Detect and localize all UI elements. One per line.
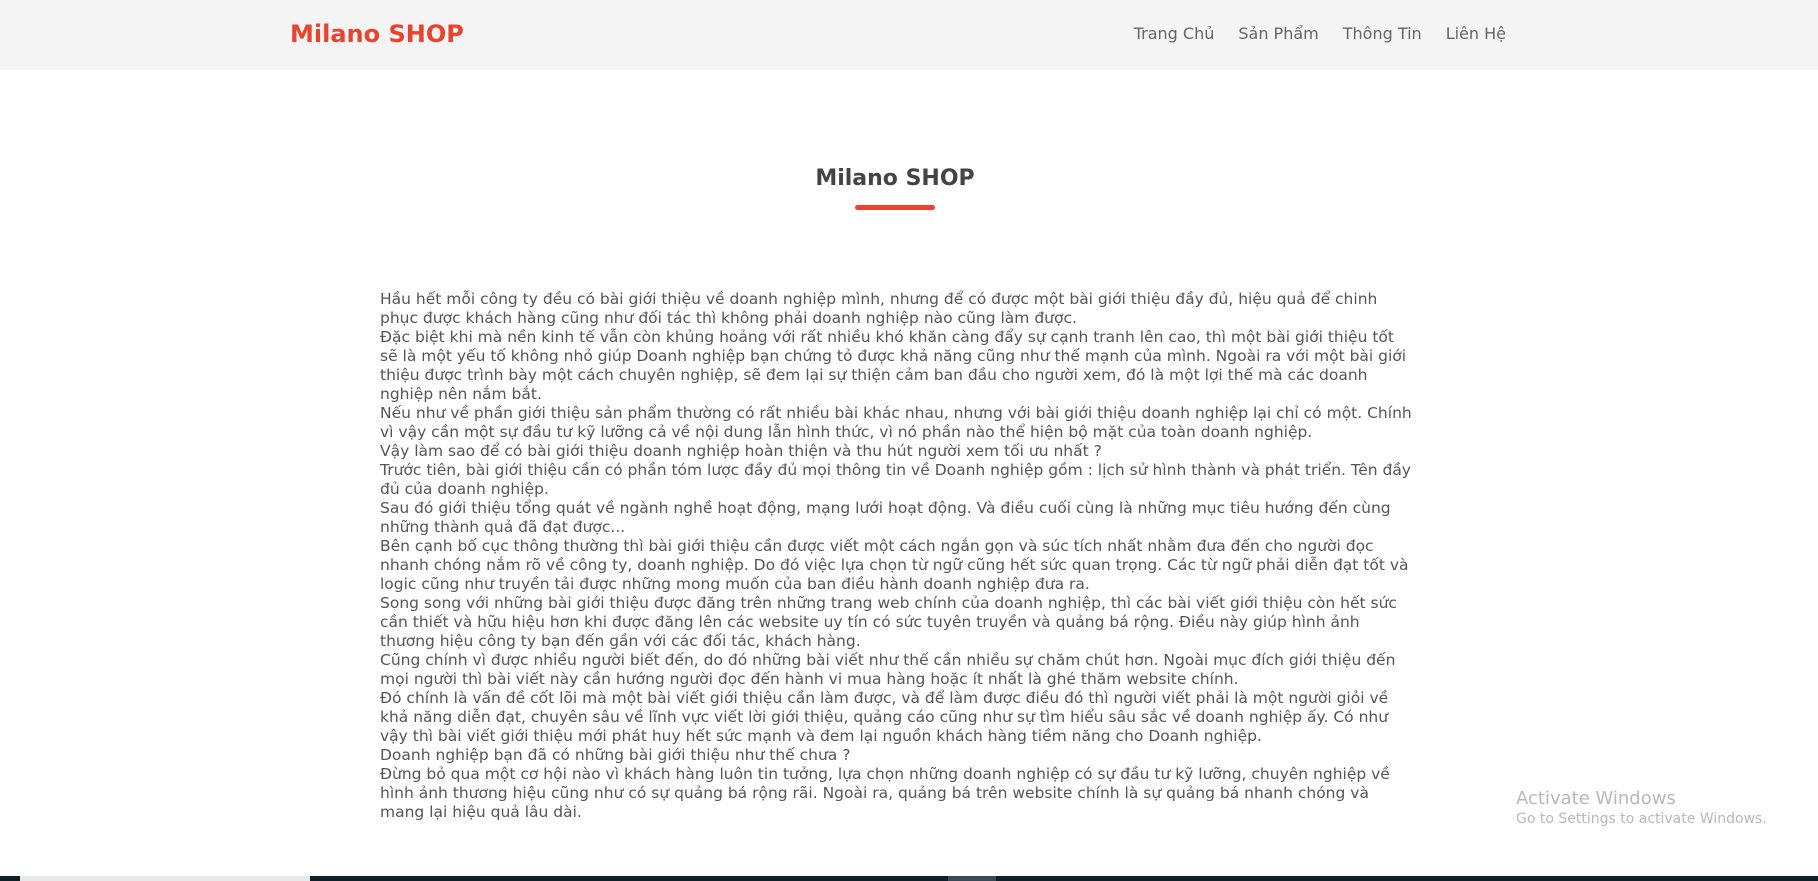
content-paragraph: Vậy làm sao để có bài giới thiệu doanh n… — [380, 442, 1102, 460]
content-paragraph: Đặc biệt khi mà nền kinh tế vẫn còn khủn… — [380, 328, 1407, 403]
taskbar-search-box[interactable] — [20, 876, 310, 881]
content-paragraph: Sau đó giới thiệu tổng quát về ngành ngh… — [380, 499, 1391, 536]
nav-link-thong-tin[interactable]: Thông Tin — [1343, 24, 1422, 43]
content-paragraph: Doanh nghiệp bạn đã có những bài giới th… — [380, 746, 851, 764]
brand-logo-link[interactable]: Milano SHOP — [290, 20, 464, 48]
main-nav: Trang Chủ Sản Phẩm Thông Tin Liên Hệ — [1110, 24, 1506, 43]
content-paragraph: Bên cạnh bố cục thông thường thì bài giớ… — [380, 537, 1409, 593]
content-paragraph: Trước tiên, bài giới thiệu cần có phần t… — [380, 461, 1411, 498]
watermark-title: Activate Windows — [1516, 788, 1676, 809]
about-content: Hầu hết mỗi công ty đều có bài giới thiệ… — [380, 290, 1412, 822]
content-paragraph: Hầu hết mỗi công ty đều có bài giới thiệ… — [380, 290, 1378, 327]
title-underline-divider — [855, 205, 935, 210]
content-paragraph: Nếu như về phần giới thiệu sản phẩm thườ… — [380, 404, 1412, 441]
nav-link-lien-he[interactable]: Liên Hệ — [1446, 24, 1506, 43]
taskbar-active-app-indicator[interactable] — [948, 876, 996, 881]
watermark-subtitle: Go to Settings to activate Windows. — [1516, 811, 1767, 827]
content-paragraph: Đừng bỏ qua một cơ hội nào vì khách hàng… — [380, 765, 1390, 821]
nav-link-san-pham[interactable]: Sản Phẩm — [1238, 24, 1318, 43]
page-title: Milano SHOP — [815, 166, 975, 191]
content-paragraph: Cũng chính vì được nhiều người biết đến,… — [380, 651, 1396, 688]
top-navbar: Milano SHOP Trang Chủ Sản Phẩm Thông Tin… — [0, 0, 1818, 70]
content-paragraph: Song song với những bài giới thiệu được … — [380, 594, 1397, 650]
nav-link-trang-chu[interactable]: Trang Chủ — [1134, 24, 1215, 43]
content-paragraph: Đó chính là vấn đề cốt lõi mà một bài vi… — [380, 689, 1389, 745]
activate-windows-watermark: Activate Windows Go to Settings to activ… — [1516, 788, 1767, 828]
os-taskbar — [0, 876, 1818, 881]
